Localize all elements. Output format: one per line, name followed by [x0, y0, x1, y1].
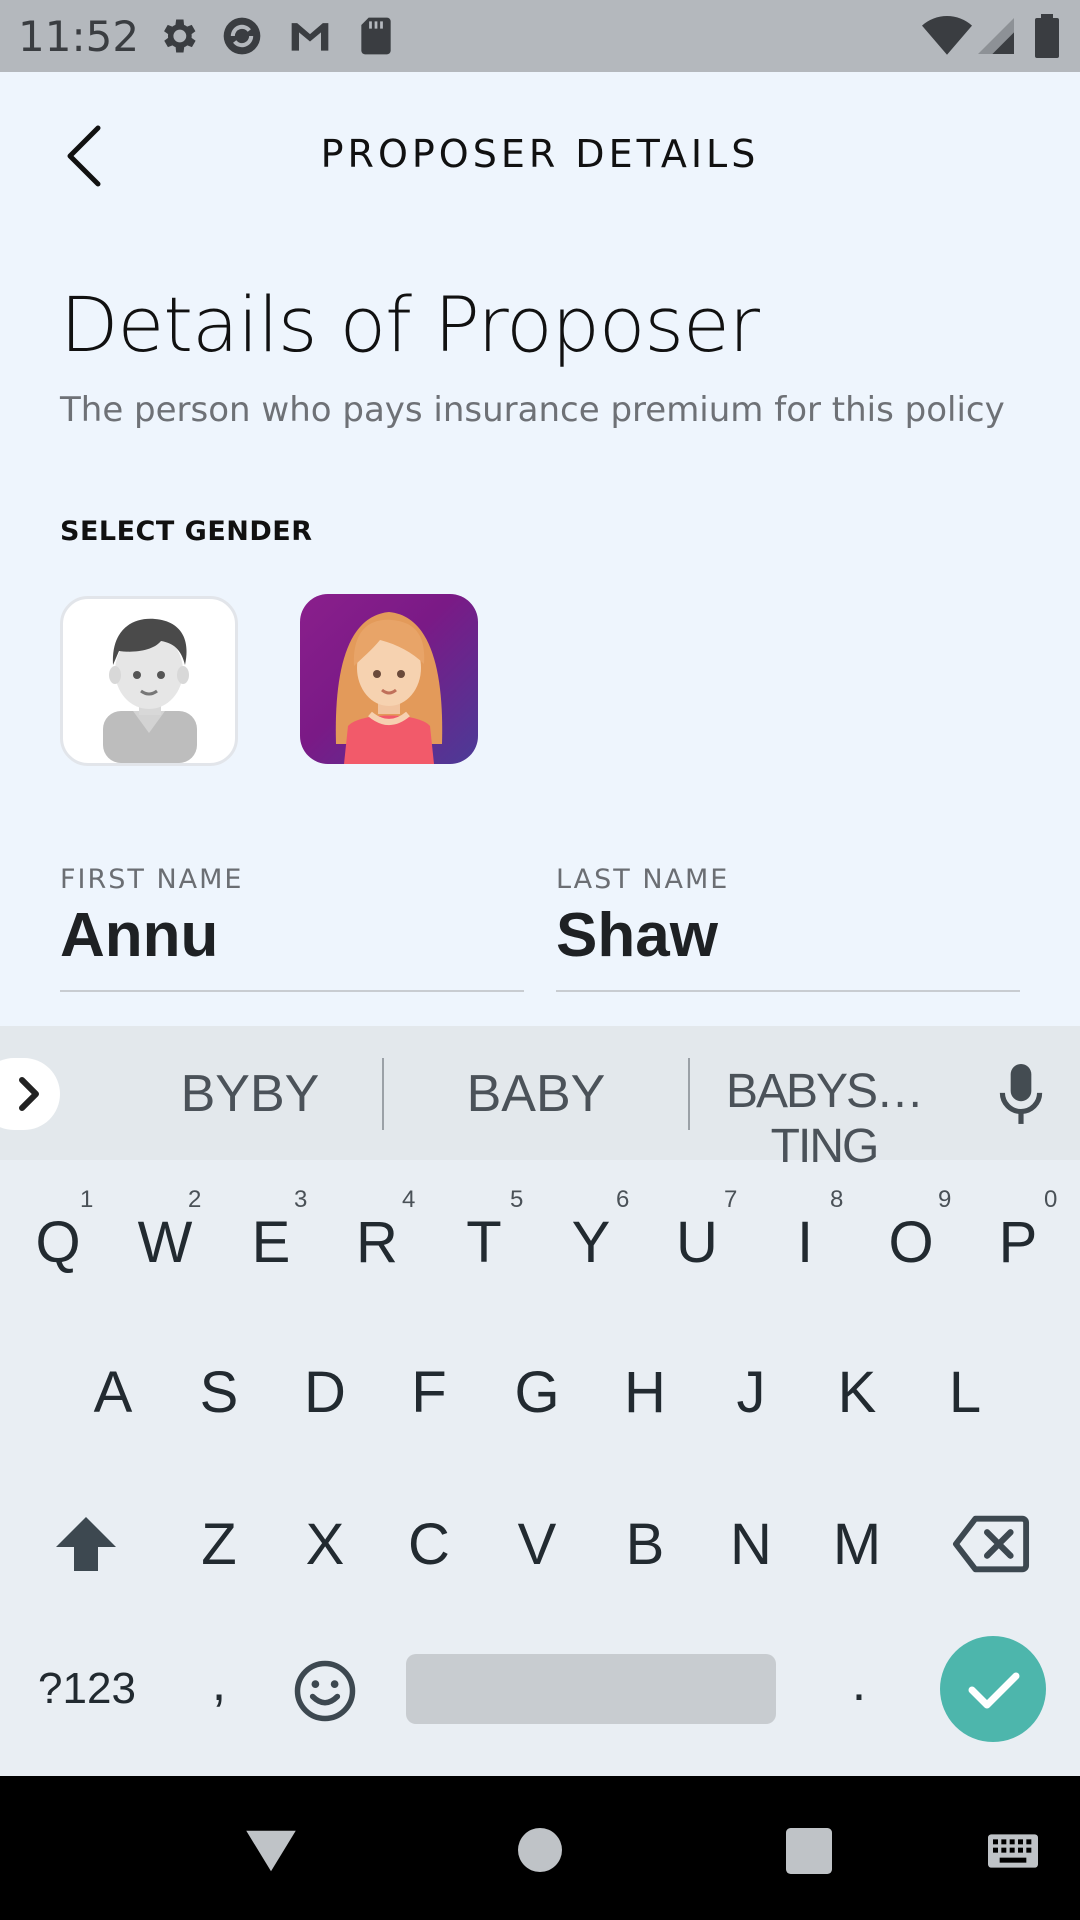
key-p[interactable]: P — [973, 1208, 1063, 1278]
microphone-icon[interactable] — [996, 1064, 1046, 1126]
comma-key[interactable]: , — [174, 1648, 264, 1718]
chevron-right-icon — [19, 1077, 39, 1111]
nav-recents-icon[interactable] — [786, 1828, 832, 1874]
keyboard-switch-icon[interactable] — [988, 1834, 1038, 1868]
first-name-label: FIRST NAME — [60, 864, 244, 895]
first-name-input[interactable]: Annu — [60, 900, 218, 971]
last-name-underline — [556, 990, 1020, 992]
status-time: 11:52 — [18, 12, 140, 61]
done-button[interactable] — [940, 1636, 1046, 1742]
key-j[interactable]: J — [706, 1358, 796, 1428]
suggestion-2[interactable]: BABY — [426, 1064, 646, 1124]
symbols-key[interactable]: ?123 — [22, 1654, 152, 1724]
key-r[interactable]: R — [332, 1208, 422, 1278]
key-hint-1: 1 — [80, 1186, 94, 1213]
key-m[interactable]: M — [812, 1510, 902, 1580]
key-e[interactable]: E — [226, 1208, 316, 1278]
key-hint-6: 6 — [616, 1186, 630, 1213]
period-key[interactable]: . — [814, 1648, 904, 1718]
space-key[interactable] — [406, 1654, 776, 1724]
status-bar: 11:52 — [0, 0, 1080, 72]
key-y[interactable]: Y — [546, 1208, 636, 1278]
key-c[interactable]: C — [384, 1510, 474, 1580]
page-subtitle: The person who pays insurance premium fo… — [60, 390, 1005, 430]
key-hint-4: 4 — [402, 1186, 416, 1213]
gender-female-option[interactable] — [300, 594, 478, 764]
checkmark-icon — [968, 1672, 1020, 1709]
gmail-icon — [291, 23, 329, 51]
male-avatar-icon — [103, 618, 197, 763]
key-l[interactable]: L — [920, 1358, 1010, 1428]
nav-back-icon[interactable] — [244, 1828, 298, 1874]
suggestion-1[interactable]: BYBY — [140, 1064, 360, 1124]
key-hint-8: 8 — [830, 1186, 844, 1213]
header-title: PROPOSER DETAILS — [320, 132, 760, 176]
suggestion-divider — [688, 1058, 690, 1130]
gender-male-option[interactable] — [60, 596, 238, 766]
key-d[interactable]: D — [280, 1358, 370, 1428]
key-w[interactable]: W — [120, 1208, 210, 1278]
backspace-icon[interactable] — [952, 1512, 1030, 1576]
page-title: Details of Proposer — [60, 280, 760, 369]
key-t[interactable]: T — [439, 1208, 529, 1278]
shift-icon[interactable] — [50, 1508, 122, 1580]
last-name-input[interactable]: Shaw — [556, 900, 718, 971]
settings-icon — [164, 19, 196, 53]
key-a[interactable]: A — [68, 1358, 158, 1428]
key-x[interactable]: X — [280, 1510, 370, 1580]
key-n[interactable]: N — [706, 1510, 796, 1580]
signal-icon — [978, 18, 1014, 54]
suggestion-divider — [382, 1058, 384, 1130]
first-name-underline — [60, 990, 524, 992]
nav-home-icon[interactable] — [518, 1828, 562, 1872]
key-hint-0: 0 — [1044, 1186, 1058, 1213]
sd-card-icon — [361, 17, 391, 55]
key-f[interactable]: F — [384, 1358, 474, 1428]
battery-icon — [1035, 14, 1059, 58]
key-u[interactable]: U — [652, 1208, 742, 1278]
sync-icon — [223, 17, 261, 55]
suggestion-bar: BYBY BABY BABYS…TING — [0, 1026, 1080, 1173]
key-hint-7: 7 — [724, 1186, 738, 1213]
emoji-icon[interactable] — [292, 1658, 358, 1724]
key-q[interactable]: Q — [13, 1208, 103, 1278]
suggestion-3[interactable]: BABYS…TING — [700, 1064, 948, 1174]
key-hint-3: 3 — [294, 1186, 308, 1213]
key-s[interactable]: S — [174, 1358, 264, 1428]
key-k[interactable]: K — [812, 1358, 902, 1428]
key-z[interactable]: Z — [174, 1510, 264, 1580]
key-g[interactable]: G — [492, 1358, 582, 1428]
last-name-label: LAST NAME — [556, 864, 730, 895]
key-hint-9: 9 — [938, 1186, 952, 1213]
navigation-bar — [0, 1776, 1080, 1920]
select-gender-label: SELECT GENDER — [60, 516, 313, 547]
key-h[interactable]: H — [600, 1358, 690, 1428]
key-hint-2: 2 — [188, 1186, 202, 1213]
wifi-icon — [922, 16, 972, 55]
expand-suggestions-button[interactable] — [0, 1058, 60, 1130]
key-hint-5: 5 — [510, 1186, 524, 1213]
key-i[interactable]: I — [760, 1208, 850, 1278]
key-b[interactable]: B — [600, 1510, 690, 1580]
key-v[interactable]: V — [492, 1510, 582, 1580]
female-avatar-icon — [335, 612, 443, 764]
key-o[interactable]: O — [866, 1208, 956, 1278]
